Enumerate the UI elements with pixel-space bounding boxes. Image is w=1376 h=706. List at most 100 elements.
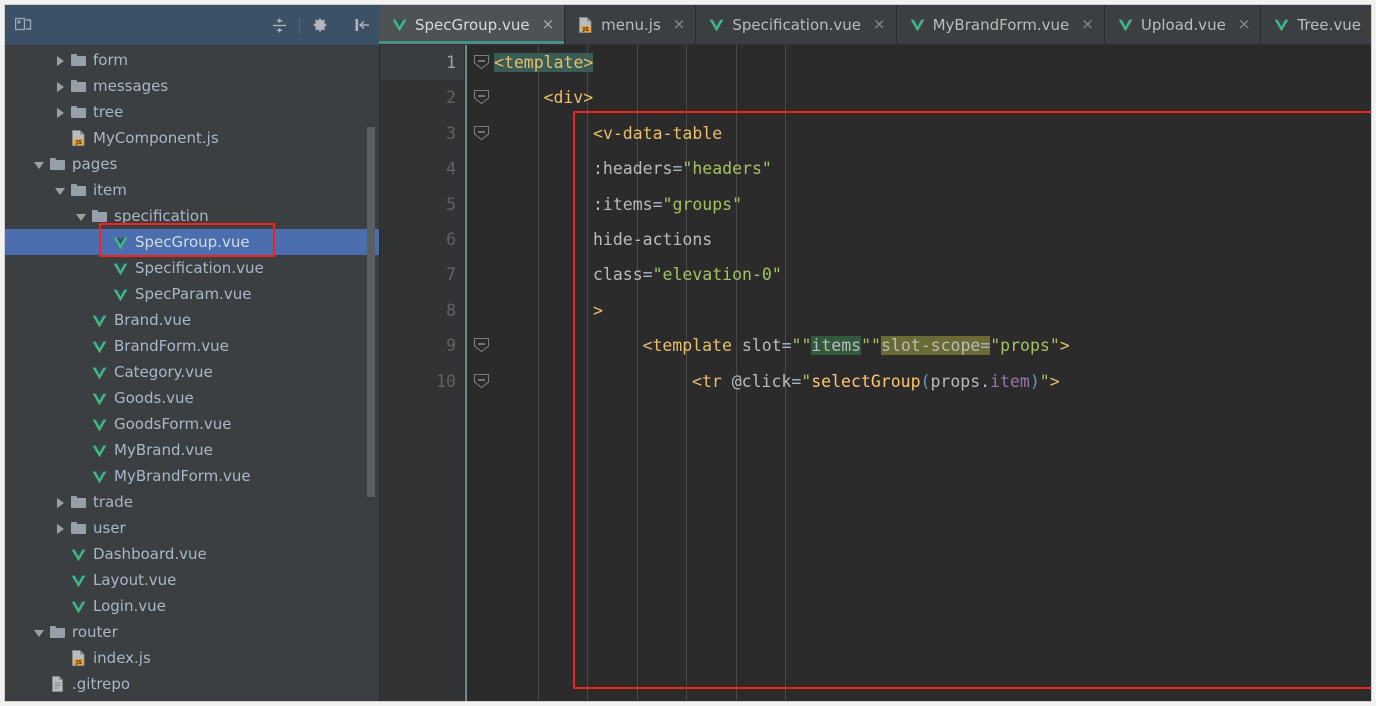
tree-item[interactable]: Specification.vue xyxy=(5,255,379,281)
tree-item[interactable]: SpecParam.vue xyxy=(5,281,379,307)
folder-icon xyxy=(71,80,86,92)
tree-item[interactable]: user xyxy=(5,515,379,541)
tree-item[interactable]: Goods.vue xyxy=(5,385,379,411)
editor-tab-tree-vue[interactable]: Tree.vue× xyxy=(1261,5,1371,44)
folder-icon xyxy=(92,210,107,222)
vue-file-icon xyxy=(113,262,128,275)
tree-item[interactable]: Dashboard.vue xyxy=(5,541,379,567)
line-number: 1 xyxy=(446,53,456,72)
tree-item[interactable]: MyBrand.vue xyxy=(5,437,379,463)
expand-arrow-icon[interactable] xyxy=(55,107,66,118)
editor-tab-upload-vue[interactable]: Upload.vue × xyxy=(1104,5,1262,44)
tree-item[interactable]: form xyxy=(5,47,379,73)
collapse-all-icon[interactable] xyxy=(268,14,290,36)
collapse-arrow-icon[interactable] xyxy=(34,159,45,170)
code-fold-toggle-icon[interactable] xyxy=(473,338,490,353)
tree-item-label: SpecParam.vue xyxy=(135,285,252,303)
collapse-arrow-icon[interactable] xyxy=(76,211,87,222)
line-number: 7 xyxy=(446,265,456,285)
tree-item[interactable]: Layout.vue xyxy=(5,567,379,593)
close-icon[interactable]: × xyxy=(1081,17,1094,32)
line-number: 8 xyxy=(446,300,456,320)
folder-icon xyxy=(71,54,86,66)
tree-item[interactable]: Login.vue xyxy=(5,593,379,619)
tree-item[interactable]: specification xyxy=(5,203,379,229)
code-fold-toggle-icon[interactable] xyxy=(473,55,490,70)
generic-file-icon xyxy=(50,676,65,692)
sidebar-scrollbar-thumb[interactable] xyxy=(367,127,375,497)
js-file-icon: JS xyxy=(578,16,593,33)
tree-item[interactable]: tree xyxy=(5,99,379,125)
svg-text:JS: JS xyxy=(75,140,82,146)
tree-item[interactable]: trade xyxy=(5,489,379,515)
hide-panel-icon[interactable] xyxy=(351,14,373,36)
editor-tab-specification-vue[interactable]: Specification.vue × xyxy=(696,5,897,44)
tab-label: menu.js xyxy=(601,15,661,34)
editor-tab-menu-js[interactable]: JS menu.js × xyxy=(565,5,697,44)
expand-arrow-icon[interactable] xyxy=(55,497,66,508)
code-editor[interactable]: 1 <template> 2 <div> 3 <v-data-table 4:headers… xyxy=(380,45,1371,701)
vue-file-icon xyxy=(1118,18,1133,32)
js-file-icon: JS xyxy=(71,650,86,666)
tree-item-label: Goods.vue xyxy=(114,389,194,407)
tree-item[interactable]: JS index.js xyxy=(5,645,379,671)
tree-item-selected[interactable]: SpecGroup.vue xyxy=(5,229,379,255)
editor-tab-specgroup-vue[interactable]: SpecGroup.vue × xyxy=(379,5,566,44)
tree-item[interactable]: BrandForm.vue xyxy=(5,333,379,359)
code-line: 2 <div> xyxy=(380,80,1371,115)
code-line: 1 <template> xyxy=(380,45,1371,80)
tree-item[interactable]: GoodsForm.vue xyxy=(5,411,379,437)
close-icon[interactable]: × xyxy=(1238,17,1251,32)
gear-icon[interactable] xyxy=(309,14,331,36)
code-fold-toggle-icon[interactable] xyxy=(473,373,490,389)
collapse-arrow-icon[interactable] xyxy=(34,627,45,638)
code-line: 10 <tr @click="selectGroup(props.item)"> xyxy=(380,364,1371,399)
code-fold-toggle-icon[interactable] xyxy=(473,90,490,105)
line-number: 3 xyxy=(446,123,456,143)
tree-item-label: messages xyxy=(93,77,169,95)
expand-arrow-icon[interactable] xyxy=(55,55,66,66)
tree-item[interactable]: Brand.vue xyxy=(5,307,379,333)
tree-item-label: GoodsForm.vue xyxy=(114,415,232,433)
tree-item-label: router xyxy=(72,623,118,641)
folder-icon xyxy=(50,158,65,170)
code-line-text: class="elevation-0" xyxy=(593,265,782,285)
toolbar-divider xyxy=(299,16,300,34)
project-tree-panel[interactable]: form messages tree JS MyComponent.js pages ite… xyxy=(5,45,380,701)
tree-item-label: item xyxy=(93,181,127,199)
tree-item[interactable]: MyBrandForm.vue xyxy=(5,463,379,489)
line-number: 10 xyxy=(436,371,456,391)
folder-icon xyxy=(71,496,86,508)
tree-item-label: tree xyxy=(93,103,124,121)
vue-file-icon xyxy=(392,18,407,32)
tab-label: SpecGroup.vue xyxy=(415,15,530,34)
editor-tab-mybrandform-vue[interactable]: MyBrandForm.vue × xyxy=(896,5,1105,44)
expand-arrow-icon[interactable] xyxy=(55,81,66,92)
tree-item[interactable]: messages xyxy=(5,73,379,99)
vue-file-icon xyxy=(71,548,86,561)
expand-arrow-icon[interactable] xyxy=(55,523,66,534)
tree-item[interactable]: .gitrepo xyxy=(5,671,379,697)
vue-file-icon xyxy=(92,340,107,353)
collapse-arrow-icon[interactable] xyxy=(55,185,66,196)
editor-code-area[interactable]: 1 <template> 2 <div> 3 <v-data-table 4:headers… xyxy=(380,45,1371,701)
close-icon[interactable]: × xyxy=(673,17,686,32)
tree-item[interactable]: pages xyxy=(5,151,379,177)
tree-item-label: .gitrepo xyxy=(72,675,131,693)
close-icon[interactable]: × xyxy=(542,17,555,32)
code-line-text: <tr @click="selectGroup(props.item)"> xyxy=(692,371,1060,391)
tree-item[interactable]: item xyxy=(5,177,379,203)
close-icon[interactable]: × xyxy=(873,17,886,32)
tree-item[interactable]: JS MyComponent.js xyxy=(5,125,379,151)
line-number: 6 xyxy=(446,229,456,249)
tree-item[interactable]: Category.vue xyxy=(5,359,379,385)
tab-label: Specification.vue xyxy=(732,15,862,34)
code-fold-toggle-icon[interactable] xyxy=(473,125,490,141)
tree-item[interactable]: router xyxy=(5,619,379,645)
